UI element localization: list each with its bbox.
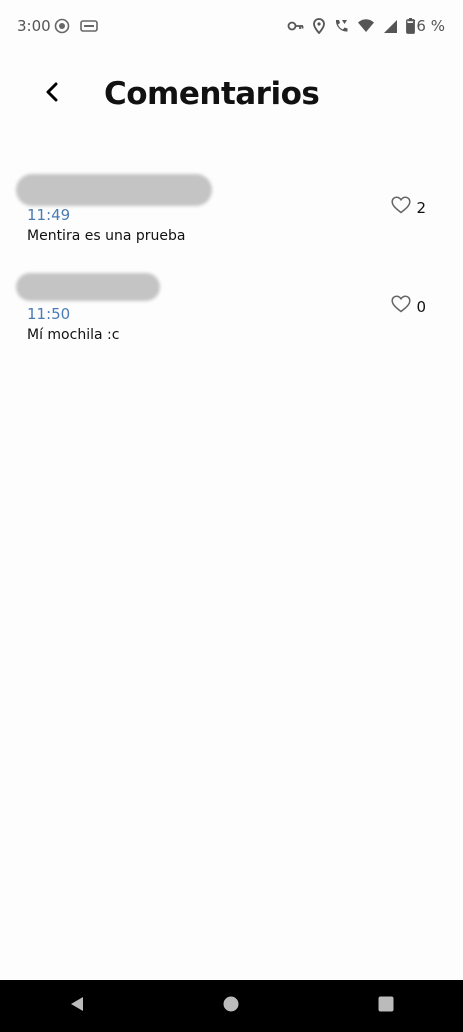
nav-home-button[interactable] [201,986,261,1026]
comment-time: 11:50 [27,305,71,323]
home-circle-icon [222,995,240,1018]
comment-list: 11:49 Mentira es una prueba 2 11:50 Mí m… [0,170,463,368]
status-left-icons [54,18,98,39]
status-right-icons [287,18,415,39]
redacted-author-name [16,174,212,206]
comment-item: 11:49 Mentira es una prueba 2 [0,170,463,269]
redacted-author-name [16,273,160,301]
battery-percentage: 76 % [406,17,445,35]
comments-screen: 3:00 76 % Comentarios 11:49 Mentira es u… [0,0,463,1032]
system-nav-bar [0,980,463,1032]
back-triangle-icon [68,995,86,1018]
comment-time: 11:49 [27,206,71,224]
like-button[interactable]: 2 [391,196,426,219]
card-icon [80,19,98,38]
heart-outline-icon [391,196,412,219]
nav-back-button[interactable] [47,986,107,1026]
vpn-key-icon [287,19,305,38]
nav-recents-button[interactable] [356,986,416,1026]
heart-outline-icon [391,295,412,318]
header: Comentarios [0,70,463,130]
like-button[interactable]: 0 [391,295,426,318]
status-time: 3:00 [17,17,51,35]
chevron-left-icon [45,82,59,107]
like-count: 2 [416,198,426,217]
comment-text: Mí mochila :c [27,327,120,343]
record-icon [54,18,70,39]
location-icon [313,18,325,39]
like-count: 0 [416,297,426,316]
status-bar: 3:00 76 % [0,0,463,54]
wifi-calling-icon [333,18,349,39]
cellular-signal-icon [383,19,398,39]
wifi-icon [357,19,375,38]
comment-item: 11:50 Mí mochila :c 0 [0,269,463,368]
recents-square-icon [377,995,395,1018]
comment-text: Mentira es una prueba [27,228,186,244]
page-title: Comentarios [104,76,320,112]
back-button[interactable] [36,78,68,110]
